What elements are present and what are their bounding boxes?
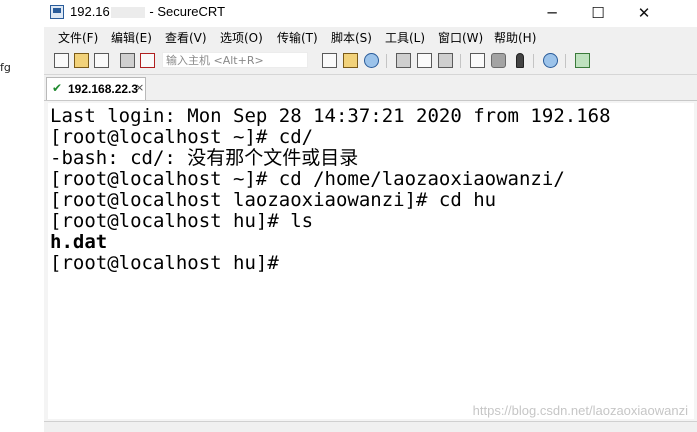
watermark: https://blog.csdn.net/laozaoxiaowanzi [472,403,688,418]
terminal-line: [root@localhost hu]# [50,252,279,274]
connect-in-tab-icon[interactable] [94,53,109,68]
session-options-icon[interactable] [470,53,485,68]
toolbar: 输入主机 <Alt+R> [44,47,697,75]
terminal-line: [root@localhost ~]# cd /home/laozaoxiaow… [50,168,565,190]
window-title-app: - SecureCRT [149,4,226,19]
minimize-button[interactable]: ─ [529,0,575,27]
help-icon[interactable] [543,53,558,68]
disconnect-icon[interactable] [140,53,155,68]
background-text-fragment: fg [0,61,11,74]
terminal-line: [root@localhost laozaoxiaowanzi]# cd hu [50,189,497,211]
menu-view[interactable]: 查看(V) [165,29,207,46]
terminal-line: [root@localhost hu]# ls [50,210,314,232]
terminal-line: [root@localhost ~]# cd/ [50,126,314,148]
toolbar-separator [565,54,566,68]
paste-icon[interactable] [343,53,358,68]
menu-bar: 文件(F) 编辑(E) 查看(V) 选项(O) 传输(T) 脚本(S) 工具(L… [44,27,697,47]
quick-connect-input[interactable]: 输入主机 <Alt+R> [162,52,308,68]
copy-icon[interactable] [322,53,337,68]
toolbar-separator [460,54,461,68]
menu-help[interactable]: 帮助(H) [494,29,536,46]
terminal-line: h.dat [50,231,108,253]
title-bar[interactable]: 192.16 - SecureCRT ─ ☐ ✕ [44,0,697,27]
tab-label: 192.168.22.3 [68,82,139,96]
maximize-button[interactable]: ☐ [575,0,621,27]
connect-icon[interactable] [54,53,69,68]
connected-check-icon: ✔ [52,81,63,95]
menu-tools[interactable]: 工具(L) [385,29,425,46]
session-tab-bar: ✔ 192.168.22.3 × [44,75,697,100]
key-icon[interactable] [516,53,524,68]
window-title: 192.16 - SecureCRT [70,4,225,19]
menu-script[interactable]: 脚本(S) [331,29,372,46]
settings-icon[interactable] [491,53,506,68]
reconnect-icon[interactable] [120,53,135,68]
print-setup-icon[interactable] [438,53,453,68]
terminal-line: Last login: Mon Sep 28 14:37:21 2020 fro… [50,105,611,127]
tab-session-192-168-22-3[interactable]: ✔ 192.168.22.3 × [46,77,146,100]
close-button[interactable]: ✕ [621,0,667,27]
terminal-frame: Last login: Mon Sep 28 14:37:21 2020 fro… [44,100,697,422]
status-bar [44,421,697,432]
print-icon[interactable] [396,53,411,68]
toolbar-separator [533,54,534,68]
sftp-icon[interactable] [575,53,590,68]
redacted-host-block [110,7,145,19]
menu-file[interactable]: 文件(F) [58,29,98,46]
menu-options[interactable]: 选项(O) [220,29,263,46]
menu-transfer[interactable]: 传输(T) [277,29,318,46]
terminal-line: -bash: cd/: 没有那个文件或目录 [50,147,359,169]
quick-connect-icon[interactable] [74,53,89,68]
terminal-screen[interactable]: Last login: Mon Sep 28 14:37:21 2020 fro… [48,103,694,419]
tab-close-icon[interactable]: × [135,81,144,94]
securecrt-app-icon [50,5,64,19]
find-icon[interactable] [364,53,379,68]
window-title-host: 192.16 [70,4,110,19]
securecrt-window: 192.16 - SecureCRT ─ ☐ ✕ 文件(F) 编辑(E) 查看(… [44,0,697,432]
background-window-strip: fg [0,0,45,431]
menu-window[interactable]: 窗口(W) [438,29,483,46]
print-selection-icon[interactable] [417,53,432,68]
toolbar-separator [386,54,387,68]
menu-edit[interactable]: 编辑(E) [111,29,152,46]
